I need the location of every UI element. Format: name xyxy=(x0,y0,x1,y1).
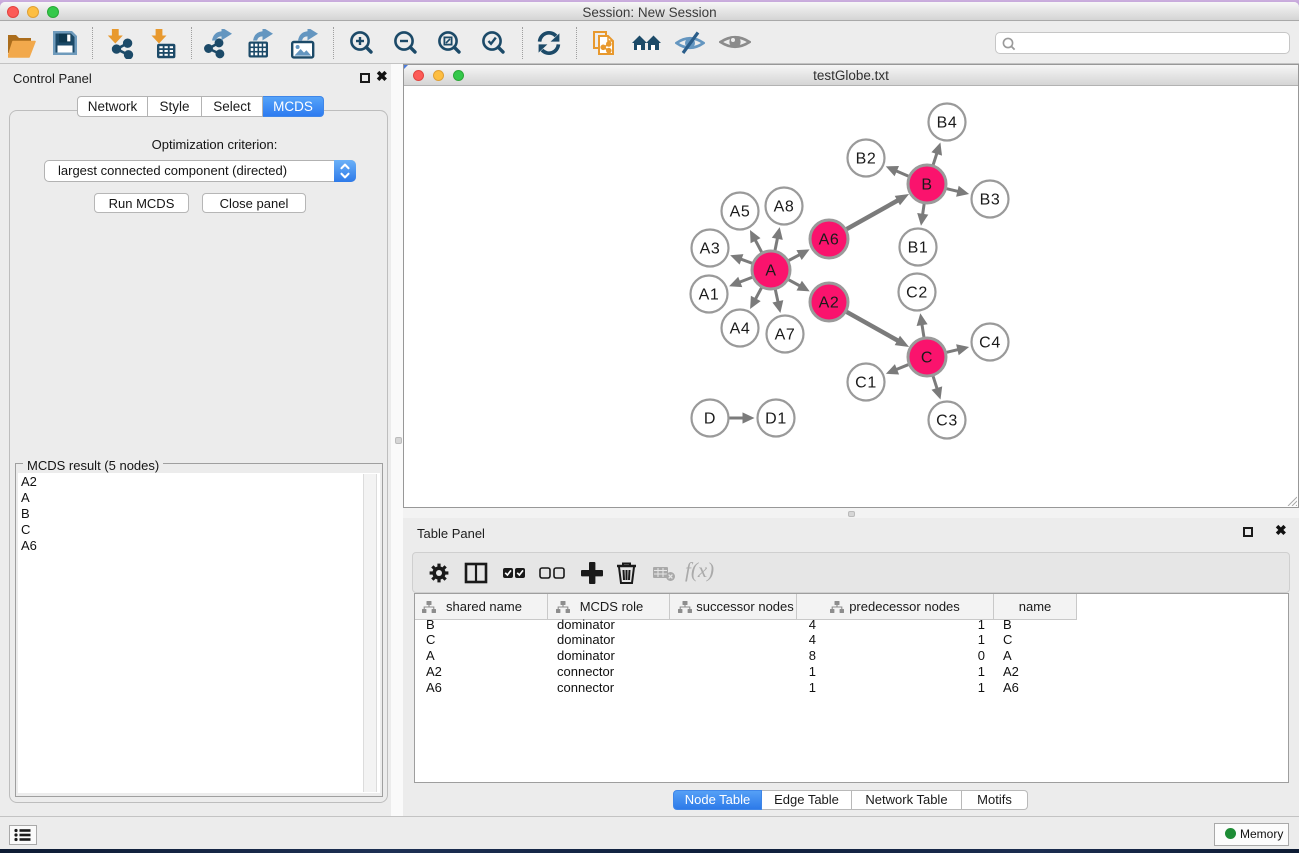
svg-text:B2: B2 xyxy=(856,151,877,168)
svg-text:B4: B4 xyxy=(937,115,958,132)
svg-text:A3: A3 xyxy=(700,241,721,258)
svg-text:B3: B3 xyxy=(980,192,1001,209)
svg-text:A4: A4 xyxy=(730,321,751,338)
svg-text:A: A xyxy=(765,263,776,280)
svg-text:A1: A1 xyxy=(699,287,720,304)
svg-text:D1: D1 xyxy=(765,411,787,428)
svg-text:C: C xyxy=(921,350,933,367)
svg-text:C2: C2 xyxy=(906,285,928,302)
svg-text:A6: A6 xyxy=(819,232,840,249)
svg-text:A8: A8 xyxy=(774,199,795,216)
svg-text:C1: C1 xyxy=(855,375,877,392)
svg-text:C4: C4 xyxy=(979,335,1001,352)
svg-text:D: D xyxy=(704,411,716,428)
svg-text:A5: A5 xyxy=(730,204,751,221)
svg-text:B: B xyxy=(921,177,932,194)
svg-text:B1: B1 xyxy=(908,240,929,257)
svg-text:A2: A2 xyxy=(819,295,840,312)
svg-text:A7: A7 xyxy=(775,327,796,344)
svg-text:C3: C3 xyxy=(936,413,958,430)
